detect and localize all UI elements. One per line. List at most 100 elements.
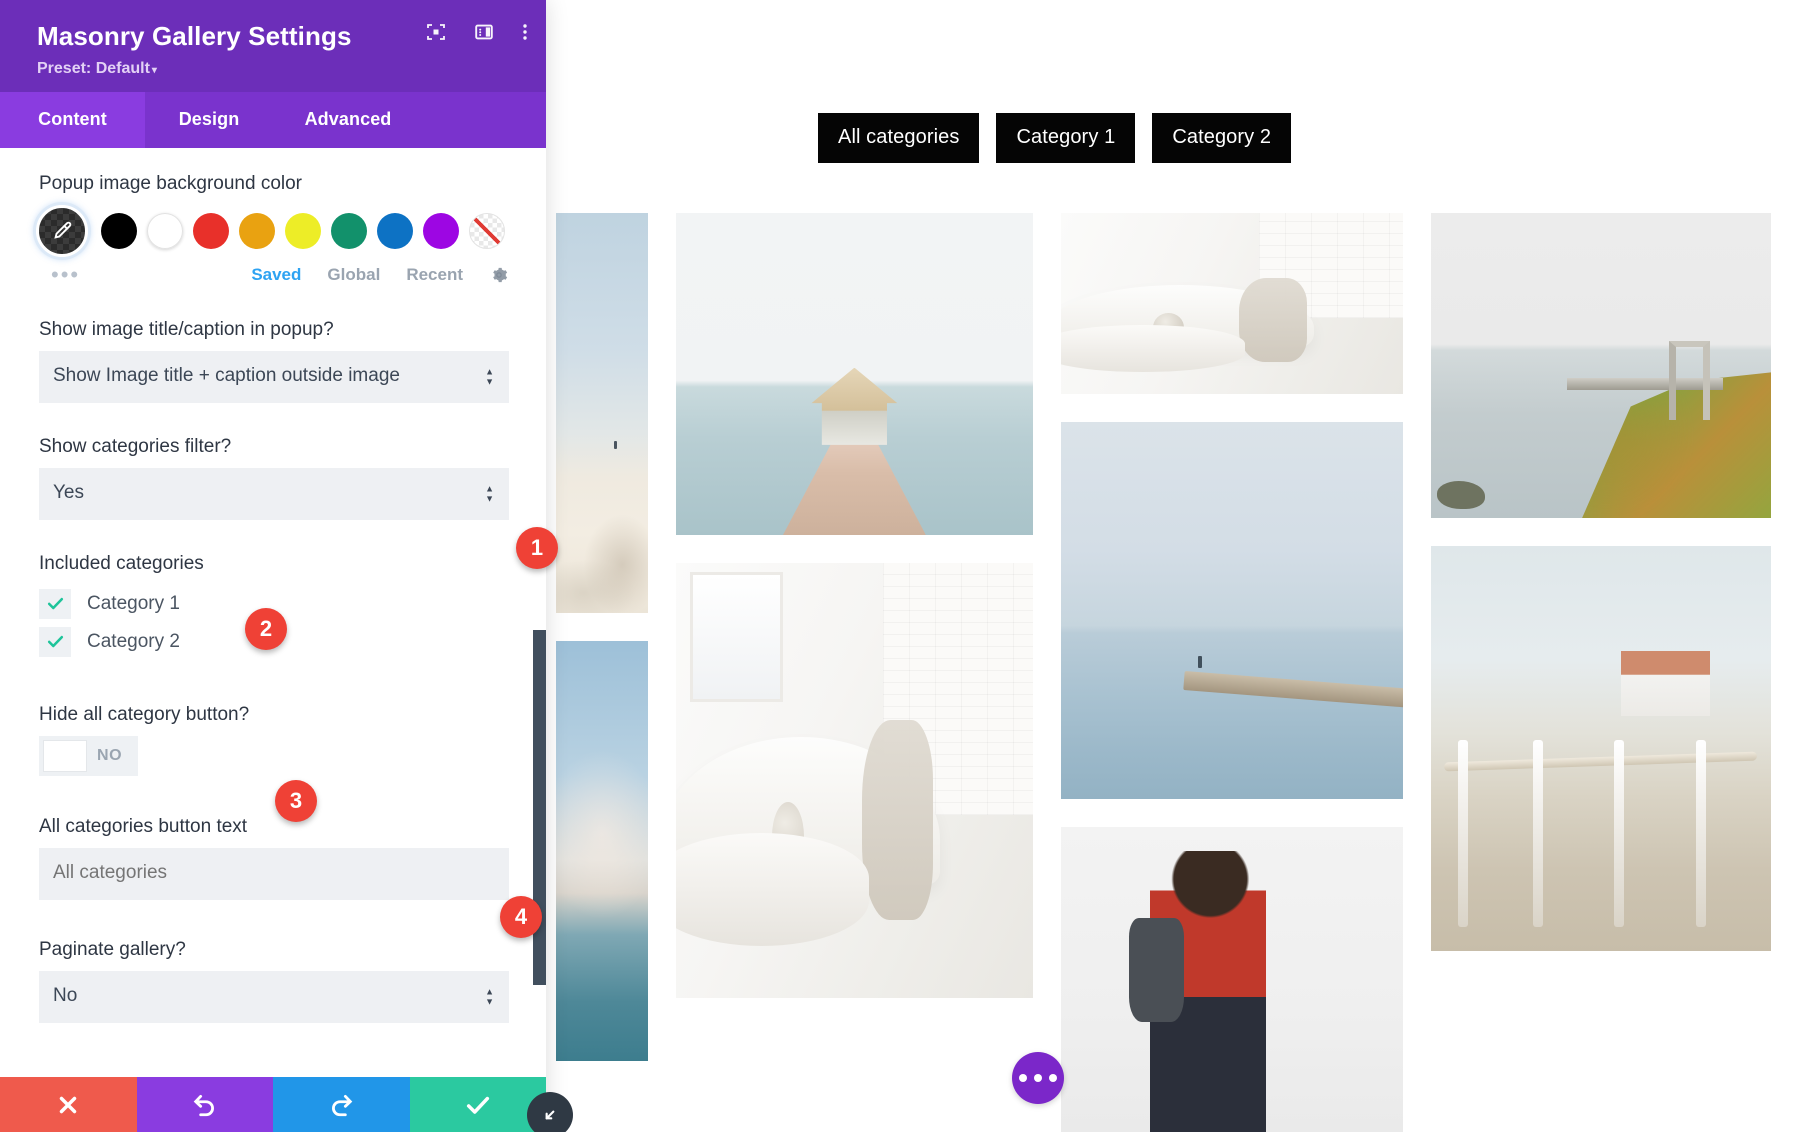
- show-caption-label: Show image title/caption in popup?: [39, 318, 334, 340]
- checkbox-label-category-1: Category 1: [87, 592, 180, 614]
- filter-button-category-2[interactable]: Category 2: [1152, 113, 1292, 163]
- photo-beach-dune[interactable]: [556, 213, 648, 613]
- show-filter-select[interactable]: Yes ▲ ▼: [39, 468, 509, 521]
- more-options-button[interactable]: [1012, 1052, 1064, 1104]
- tab-advanced[interactable]: Advanced: [273, 92, 423, 148]
- color-swatch-orange[interactable]: [239, 212, 275, 249]
- masonry-column-4: [1430, 213, 1771, 1132]
- chevron-updown-icon: ▲ ▼: [485, 483, 494, 504]
- filter-button-all-categories[interactable]: All categories: [818, 113, 980, 163]
- photo-white-sofa-room[interactable]: [1061, 213, 1403, 395]
- show-caption-select[interactable]: Show Image title + caption outside image…: [39, 351, 509, 404]
- color-tab-saved[interactable]: Saved: [251, 265, 301, 285]
- show-filter-value: Yes: [53, 482, 84, 504]
- callout-4: 4: [500, 896, 542, 938]
- checkbox-category-1[interactable]: [39, 588, 71, 619]
- photo-beach-fence[interactable]: [1430, 546, 1771, 951]
- panel-header: Masonry Gallery Settings Preset: Default…: [0, 0, 546, 92]
- popup-bg-color-label: Popup image background color: [39, 172, 303, 194]
- color-picker-swatch[interactable]: [36, 204, 88, 257]
- hide-all-button-toggle[interactable]: NO: [39, 735, 139, 776]
- backpack-detail: [1129, 918, 1184, 1023]
- filter-button-category-1[interactable]: Category 1: [996, 113, 1136, 163]
- photo-sea-sky[interactable]: [556, 641, 648, 1061]
- color-tab-global[interactable]: Global: [327, 265, 380, 285]
- photo-sea-pier[interactable]: [1061, 422, 1403, 799]
- paginate-value: No: [53, 985, 78, 1007]
- color-tab-recent[interactable]: Recent: [406, 265, 463, 285]
- gear-icon[interactable]: [489, 265, 509, 285]
- paginate-label: Paginate gallery?: [39, 939, 186, 961]
- posts-detail: [1668, 341, 1710, 421]
- throw-blanket-detail: [861, 719, 933, 920]
- color-swatch-black[interactable]: [101, 212, 137, 249]
- photo-cliff-deck[interactable]: [1430, 213, 1771, 518]
- ellipsis-icon-dot: [1034, 1074, 1042, 1082]
- color-meta-row: ••• Saved Global Recent: [51, 263, 509, 286]
- callout-1: 1: [516, 527, 558, 569]
- rock-detail: [1437, 481, 1485, 509]
- color-swatch-red[interactable]: [193, 212, 229, 249]
- ellipsis-icon-dot: [1049, 1074, 1057, 1082]
- settings-panel: Masonry Gallery Settings Preset: Default…: [0, 0, 546, 1132]
- hide-all-button-label: Hide all category button?: [39, 703, 250, 725]
- throw-blanket-detail: [1238, 278, 1307, 362]
- masonry-column-2: [675, 213, 1034, 1132]
- paginate-select[interactable]: No ▲ ▼: [39, 971, 509, 1024]
- pier-detail: [1183, 670, 1403, 708]
- color-swatch-none[interactable]: [469, 212, 505, 249]
- tab-design[interactable]: Design: [145, 92, 273, 148]
- callout-3: 3: [275, 780, 317, 822]
- masonry-column-3: [1061, 213, 1403, 1132]
- chevron-updown-icon: ▲ ▼: [485, 366, 494, 387]
- photo-white-room-window[interactable]: [675, 563, 1034, 998]
- more-colors-icon[interactable]: •••: [51, 263, 80, 286]
- cliff-grass-detail: [1576, 371, 1771, 518]
- cancel-button[interactable]: [0, 1077, 137, 1132]
- more-vertical-icon[interactable]: [522, 22, 528, 42]
- color-swatch-purple[interactable]: [423, 212, 459, 249]
- color-swatch-row: [36, 204, 509, 257]
- toggle-value: NO: [97, 746, 123, 764]
- panel-header-actions: [426, 22, 528, 42]
- rope-detail: [1444, 751, 1758, 772]
- show-caption-value: Show Image title + caption outside image: [53, 365, 400, 387]
- undo-button[interactable]: [136, 1077, 273, 1132]
- fence-post-detail: [1532, 740, 1543, 927]
- photo-pier-hut[interactable]: [675, 213, 1034, 535]
- checkbox-category-2[interactable]: [39, 626, 71, 657]
- person-detail: [1197, 655, 1202, 668]
- color-tabs: Saved Global Recent: [251, 265, 509, 285]
- fence-post-detail: [1696, 740, 1707, 927]
- callout-2: 2: [245, 608, 287, 650]
- checkbox-label-category-2: Category 2: [87, 630, 180, 652]
- layout-icon[interactable]: [474, 22, 494, 42]
- fence-post-detail: [1614, 740, 1625, 927]
- photo-hiker[interactable]: [1061, 826, 1403, 1132]
- focus-icon[interactable]: [426, 22, 446, 42]
- save-button[interactable]: [409, 1077, 546, 1132]
- masonry-column-1: [556, 213, 648, 1132]
- panel-resize-handle[interactable]: [527, 1092, 573, 1132]
- coffee-table-detail: [1061, 325, 1246, 373]
- color-swatch-yellow[interactable]: [285, 212, 321, 249]
- screen: All categories Category 1 Category 2 Mas…: [0, 0, 1800, 1132]
- fence-post-detail: [1457, 740, 1468, 927]
- all-categories-text-input[interactable]: [39, 848, 509, 901]
- preset-selector[interactable]: Preset: Default ▾: [37, 60, 524, 78]
- tab-content[interactable]: Content: [0, 91, 145, 148]
- color-swatch-blue[interactable]: [377, 212, 413, 249]
- chevron-down-icon: ▾: [151, 64, 157, 76]
- color-swatch-white[interactable]: [147, 212, 183, 249]
- window-detail: [690, 571, 783, 703]
- toggle-knob: [43, 739, 87, 772]
- chevron-updown-icon: ▲ ▼: [485, 986, 494, 1007]
- panel-tabs: Content Design Advanced: [0, 91, 546, 148]
- color-swatch-green[interactable]: [331, 212, 367, 249]
- preset-label: Preset: Default: [37, 59, 150, 77]
- coffee-table-detail: [675, 832, 869, 946]
- ellipsis-icon-dot: [1019, 1074, 1027, 1082]
- redo-button[interactable]: [273, 1077, 410, 1132]
- category-filter-bar: All categories Category 1 Category 2: [818, 113, 1292, 163]
- included-categories-label: Included categories: [39, 553, 204, 575]
